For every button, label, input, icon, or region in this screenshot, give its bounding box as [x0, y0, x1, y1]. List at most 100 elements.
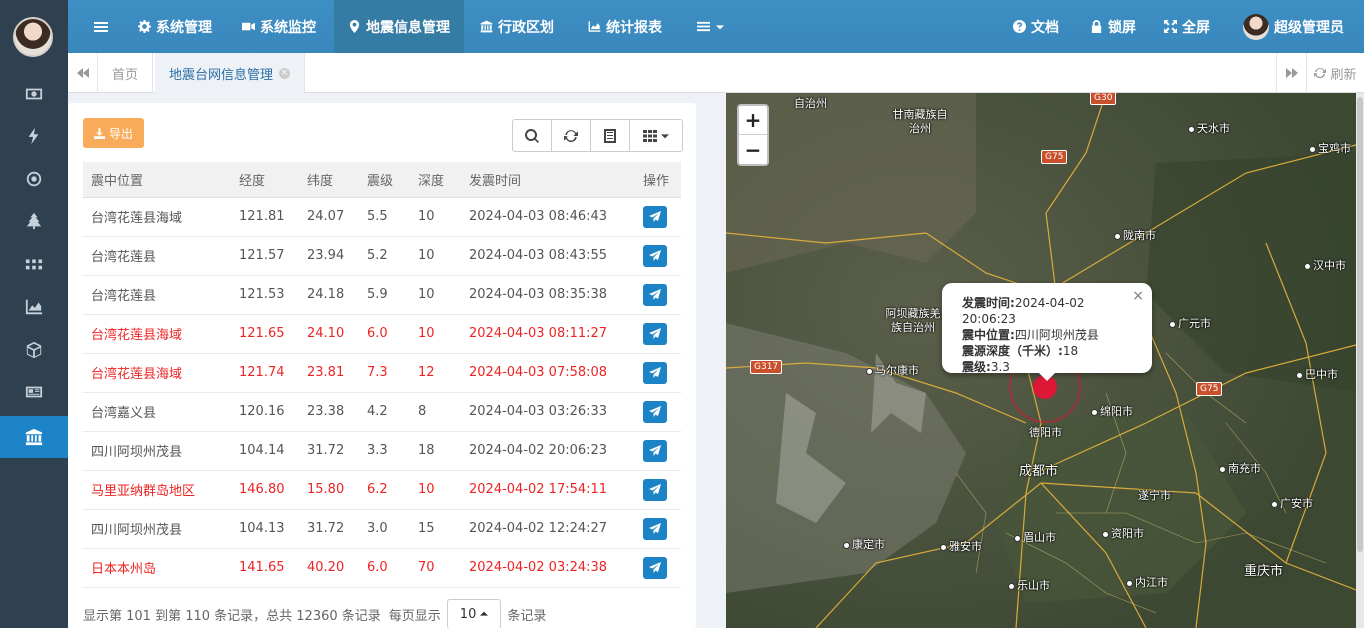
tab-scroll-right-button[interactable]	[1276, 53, 1306, 93]
locate-on-map-button[interactable]	[643, 322, 667, 345]
sidebar-item-news[interactable]	[0, 371, 68, 413]
menu-icon	[94, 21, 108, 32]
cell-mag: 5.2	[359, 236, 410, 276]
nav-admin-division[interactable]: 行政区划	[480, 0, 554, 53]
cell-mag: 5.9	[359, 275, 410, 315]
cell-lat: 15.80	[299, 470, 359, 510]
road-shield: G75	[1196, 382, 1223, 396]
sidebar-item-money[interactable]	[0, 73, 68, 115]
cell-lon: 141.65	[231, 548, 299, 588]
header-action: 操作	[635, 162, 681, 198]
sidebar-avatar[interactable]	[13, 17, 53, 57]
page-scrollbar[interactable]	[1356, 93, 1364, 628]
page-size-select[interactable]: 10	[446, 599, 502, 628]
per-page-suffix: 条记录	[507, 608, 547, 624]
locate-on-map-button[interactable]	[643, 400, 667, 423]
scrollbar-thumb[interactable]	[1357, 97, 1363, 552]
toggle-view-button[interactable]	[591, 120, 630, 151]
nav-statistics[interactable]: 统计报表	[588, 0, 662, 53]
cell-lon: 121.81	[231, 197, 299, 237]
header-magnitude[interactable]: 震级	[359, 162, 410, 198]
cell-action	[635, 548, 681, 588]
tab-earthquake-network[interactable]: 地震台网信息管理 ×	[155, 53, 306, 93]
map-label: 广安市	[1271, 495, 1313, 511]
nav-system-management[interactable]: 系统管理	[138, 0, 212, 53]
nav-system-monitor[interactable]: 系统监控	[242, 0, 316, 53]
cell-lat: 24.10	[299, 314, 359, 354]
table-row[interactable]: 台湾花莲县海域 121.74 23.81 7.3 12 2024-04-03 07:58:…	[83, 353, 681, 393]
tab-scroll-left-button[interactable]	[68, 53, 98, 93]
map-label: 广元市	[1169, 315, 1211, 331]
header-latitude[interactable]: 纬度	[299, 162, 359, 198]
popup-mag-row: 震级:3.3	[962, 359, 1138, 375]
paper-plane-icon	[649, 405, 661, 417]
sidebar-item-tree[interactable]	[0, 200, 68, 242]
locate-on-map-button[interactable]	[643, 244, 667, 267]
locate-on-map-button[interactable]	[643, 283, 667, 306]
export-button[interactable]: 导出	[83, 118, 144, 148]
table-row[interactable]: 台湾花莲县海域 121.65 24.10 6.0 10 2024-04-03 08:11:…	[83, 314, 681, 354]
cell-time: 2024-04-03 03:26:33	[461, 392, 635, 432]
paper-plane-icon	[649, 522, 661, 534]
user-menu[interactable]: 超级管理员	[1243, 0, 1344, 53]
sidebar-item-bank[interactable]	[0, 416, 68, 458]
locate-on-map-button[interactable]	[643, 556, 667, 579]
tab-close-icon[interactable]: ×	[279, 67, 291, 79]
table-row[interactable]: 四川阿坝州茂县 104.13 31.72 3.0 15 2024-04-02 12:24:…	[83, 509, 681, 549]
cell-mag: 3.3	[359, 431, 410, 471]
sidebar	[0, 0, 68, 628]
docs-button[interactable]: 文档	[1013, 0, 1059, 53]
locate-on-map-button[interactable]	[643, 478, 667, 501]
locate-on-map-button[interactable]	[643, 205, 667, 228]
popup-close-button[interactable]: ×	[1132, 288, 1144, 304]
search-button[interactable]	[513, 120, 552, 151]
docs-label: 文档	[1031, 19, 1059, 36]
map-label: 成都市	[1019, 464, 1059, 479]
locate-on-map-button[interactable]	[643, 361, 667, 384]
sidebar-item-bolt[interactable]	[0, 115, 68, 157]
header-longitude[interactable]: 经度	[231, 162, 299, 198]
sidebar-item-grid[interactable]	[0, 243, 68, 285]
cell-mag: 6.0	[359, 548, 410, 588]
table-row[interactable]: 马里亚纳群岛地区 146.80 15.80 6.2 10 2024-04-02 17:54…	[83, 470, 681, 510]
menu-toggle-button[interactable]	[94, 0, 108, 53]
cell-mag: 7.3	[359, 353, 410, 393]
cell-lon: 121.65	[231, 314, 299, 354]
table-row[interactable]: 四川阿坝州茂县 104.14 31.72 3.3 18 2024-04-02 20:06:…	[83, 431, 681, 471]
table-row[interactable]: 台湾嘉义县 120.16 23.38 4.2 8 2024-04-03 03:26:33	[83, 392, 681, 432]
reload-button[interactable]	[552, 120, 591, 151]
map-label: 德阳市	[1029, 426, 1062, 439]
lock-screen-button[interactable]: 锁屏	[1090, 0, 1136, 53]
zoom-in-button[interactable]: +	[739, 106, 767, 135]
nav-label: 行政区划	[498, 19, 554, 36]
satellite-map[interactable]: + − 自治州 甘南藏族自治州 天水市 宝鸡市 陇南市 汉中市 阿坝藏族羌族自治…	[726, 93, 1364, 628]
refresh-button[interactable]: 刷新	[1306, 53, 1364, 93]
search-icon	[525, 128, 539, 143]
header-depth[interactable]: 深度	[410, 162, 461, 198]
pagination-summary: 显示第 101 到第 110 条记录，总共 12360 条记录	[83, 608, 381, 624]
question-circle-icon	[1013, 20, 1026, 33]
nav-more-dropdown[interactable]	[696, 0, 724, 53]
locate-on-map-button[interactable]	[643, 517, 667, 540]
cell-time: 2024-04-02 17:54:11	[461, 470, 635, 510]
map-label: 乐山市	[1008, 577, 1050, 593]
sidebar-item-chart[interactable]	[0, 286, 68, 328]
table-row[interactable]: 台湾花莲县 121.53 24.18 5.9 10 2024-04-03 08:35:38	[83, 275, 681, 315]
sidebar-item-target[interactable]	[0, 158, 68, 200]
refresh-icon	[564, 129, 578, 142]
header-time[interactable]: 发震时间	[461, 162, 635, 198]
expand-icon	[1164, 20, 1177, 33]
header-location[interactable]: 震中位置	[83, 162, 231, 198]
zoom-out-button[interactable]: −	[739, 135, 767, 164]
newspaper-icon	[25, 386, 43, 398]
table-row[interactable]: 台湾花莲县 121.57 23.94 5.2 10 2024-04-03 08:43:55	[83, 236, 681, 276]
table-row[interactable]: 日本本州岛 141.65 40.20 6.0 70 2024-04-02 03:24:38	[83, 548, 681, 588]
nav-earthquake-info[interactable]: 地震信息管理	[334, 0, 464, 53]
columns-dropdown-button[interactable]	[630, 120, 682, 151]
tab-home-label: 首页	[112, 67, 139, 83]
table-row[interactable]: 台湾花莲县海域 121.81 24.07 5.5 10 2024-04-03 08:46:…	[83, 197, 681, 237]
sidebar-item-cube[interactable]	[0, 329, 68, 371]
fullscreen-button[interactable]: 全屏	[1164, 0, 1210, 53]
tab-home[interactable]: 首页	[98, 53, 154, 93]
locate-on-map-button[interactable]	[643, 439, 667, 462]
